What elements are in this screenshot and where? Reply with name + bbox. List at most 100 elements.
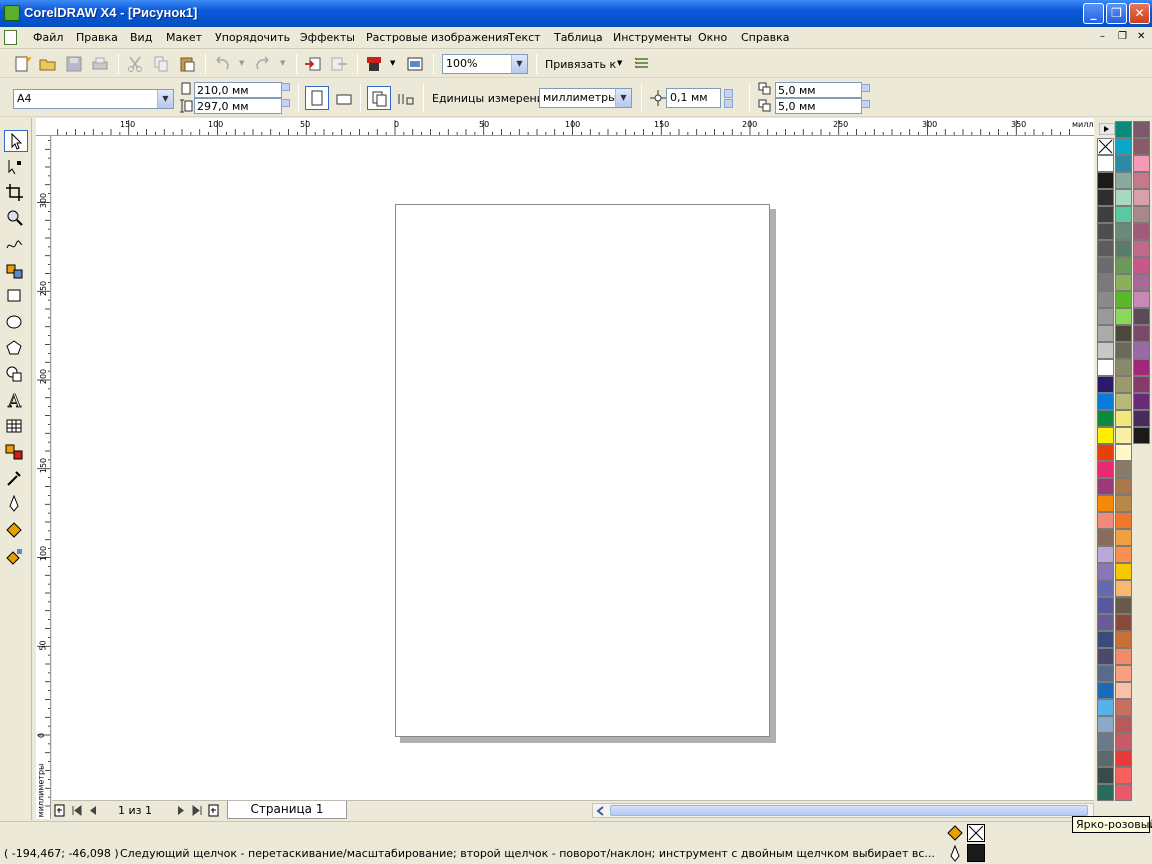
rectangle-tool[interactable]	[4, 286, 28, 308]
nudge-up-spinner[interactable]	[724, 89, 733, 98]
color-swatch[interactable]	[1115, 274, 1132, 291]
pick-tool[interactable]	[4, 130, 28, 152]
color-swatch[interactable]	[1115, 631, 1132, 648]
color-swatch[interactable]	[1115, 121, 1132, 138]
color-swatch[interactable]	[1115, 206, 1132, 223]
color-swatch[interactable]	[1097, 325, 1114, 342]
color-swatch[interactable]	[1115, 495, 1132, 512]
color-swatch[interactable]	[1115, 410, 1132, 427]
page-width-spinner[interactable]	[281, 83, 290, 91]
color-swatch[interactable]	[1115, 240, 1132, 257]
color-swatch[interactable]	[1115, 427, 1132, 444]
undo-icon[interactable]	[213, 55, 231, 73]
color-swatch[interactable]	[1133, 393, 1150, 410]
color-swatch[interactable]	[1097, 733, 1114, 750]
color-swatch[interactable]	[1115, 699, 1132, 716]
color-swatch[interactable]	[1133, 274, 1150, 291]
palette-scroll-up-icon[interactable]	[1099, 123, 1115, 135]
color-swatch[interactable]	[1133, 223, 1150, 240]
first-page-icon[interactable]	[72, 805, 82, 816]
open-folder-icon[interactable]	[39, 55, 57, 73]
drawing-canvas[interactable]	[52, 136, 1094, 802]
color-swatch[interactable]	[1097, 359, 1114, 376]
close-button[interactable]: ✕	[1129, 3, 1150, 24]
color-swatch[interactable]	[1097, 461, 1114, 478]
color-swatch[interactable]	[1133, 257, 1150, 274]
color-swatch[interactable]	[1133, 410, 1150, 427]
color-swatch[interactable]	[1115, 325, 1132, 342]
duplicate-y-field[interactable]: 5,0 мм	[775, 98, 862, 114]
nudge-distance-field[interactable]: 0,1 мм	[666, 88, 721, 108]
color-swatch[interactable]	[1133, 155, 1150, 172]
paste-icon[interactable]	[178, 55, 196, 73]
color-swatch[interactable]	[1115, 155, 1132, 172]
color-swatch[interactable]	[1097, 767, 1114, 784]
color-swatch[interactable]	[1115, 563, 1132, 580]
color-swatch[interactable]	[1133, 376, 1150, 393]
previous-page-icon[interactable]	[89, 805, 97, 816]
nudge-down-spinner[interactable]	[724, 99, 733, 108]
color-swatch[interactable]	[1097, 614, 1114, 631]
color-swatch[interactable]	[1115, 512, 1132, 529]
color-swatch[interactable]	[1097, 240, 1114, 257]
color-swatch[interactable]	[1115, 478, 1132, 495]
color-swatch[interactable]	[1097, 478, 1114, 495]
color-swatch[interactable]	[1133, 138, 1150, 155]
duplicate-x-spinner[interactable]	[861, 84, 870, 92]
menu-layout[interactable]: Макет	[166, 31, 202, 44]
shape-tool[interactable]	[4, 156, 28, 178]
zoom-level-combo[interactable]: 100% ▼	[442, 54, 528, 74]
interactive-fill-tool[interactable]	[4, 546, 28, 568]
color-swatch[interactable]	[1115, 393, 1132, 410]
next-page-icon[interactable]	[177, 805, 185, 816]
units-combo[interactable]: миллиметры ▼	[539, 88, 632, 108]
color-swatch[interactable]	[1097, 512, 1114, 529]
color-swatch[interactable]	[1133, 206, 1150, 223]
color-swatch[interactable]	[1115, 614, 1132, 631]
snap-to-button[interactable]: Привязать к	[545, 58, 616, 71]
color-swatch[interactable]	[1115, 189, 1132, 206]
color-swatch[interactable]	[1115, 444, 1132, 461]
color-swatch[interactable]	[1115, 376, 1132, 393]
launcher-dropdown-icon[interactable]: ▼	[390, 59, 395, 67]
color-swatch[interactable]	[1115, 546, 1132, 563]
portrait-button[interactable]	[305, 86, 329, 110]
duplicate-y-spinner[interactable]	[861, 100, 870, 108]
color-swatch[interactable]	[1097, 206, 1114, 223]
color-swatch[interactable]	[1115, 308, 1132, 325]
units-dropdown-icon[interactable]: ▼	[615, 89, 631, 107]
paper-size-dropdown-icon[interactable]: ▼	[157, 90, 173, 108]
color-swatch[interactable]	[1097, 172, 1114, 189]
basic-shapes-tool[interactable]	[4, 364, 28, 386]
color-swatch[interactable]	[1115, 342, 1132, 359]
zoom-dropdown-arrow-icon[interactable]: ▼	[511, 55, 527, 73]
color-swatch[interactable]	[1097, 342, 1114, 359]
color-swatch[interactable]	[1097, 784, 1114, 801]
color-swatch[interactable]	[1097, 699, 1114, 716]
outline-color-swatch[interactable]	[967, 844, 985, 862]
color-swatch[interactable]	[1097, 750, 1114, 767]
duplicate-x-field[interactable]: 5,0 мм	[775, 82, 862, 98]
fill-color-none[interactable]	[967, 824, 985, 842]
color-swatch[interactable]	[1097, 546, 1114, 563]
color-swatch[interactable]	[1115, 461, 1132, 478]
menu-arrange[interactable]: Упорядочить	[215, 31, 290, 44]
color-swatch[interactable]	[1133, 172, 1150, 189]
freehand-tool[interactable]	[4, 234, 28, 256]
minimize-button[interactable]: _	[1083, 3, 1104, 24]
copy-icon[interactable]	[152, 55, 170, 73]
menu-edit[interactable]: Правка	[76, 31, 118, 44]
color-swatch[interactable]	[1115, 291, 1132, 308]
color-swatch[interactable]	[1097, 376, 1114, 393]
color-swatch[interactable]	[1097, 291, 1114, 308]
save-icon[interactable]	[65, 55, 83, 73]
options-icon[interactable]	[633, 55, 651, 73]
new-document-icon[interactable]	[13, 55, 31, 73]
page-tab[interactable]: Страница 1	[227, 801, 347, 819]
page-height-spinner[interactable]	[281, 99, 290, 107]
color-swatch[interactable]	[1115, 682, 1132, 699]
fill-tool[interactable]	[4, 520, 28, 542]
crop-tool[interactable]	[4, 182, 28, 204]
coreldraw-app-icon[interactable]	[4, 5, 20, 21]
add-page-before-icon[interactable]	[54, 804, 66, 817]
